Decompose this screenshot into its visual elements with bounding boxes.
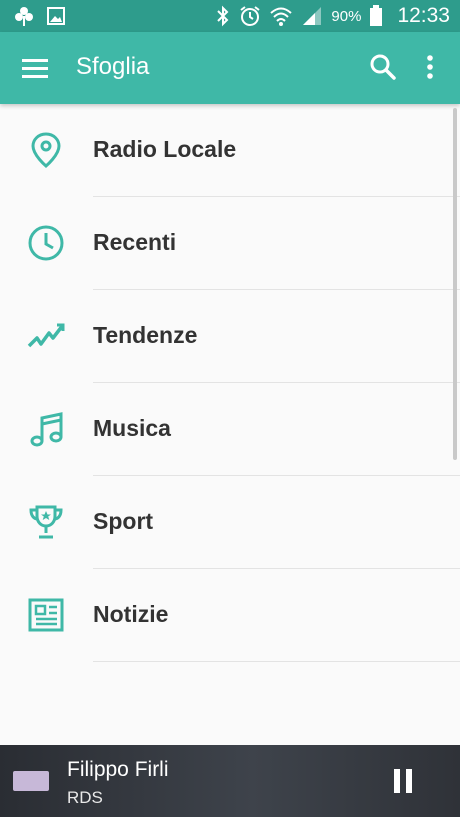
menu-item-notizie[interactable]: Notizie [0,569,460,662]
scrollbar[interactable] [453,108,457,460]
app-bar: Sfoglia [0,32,460,104]
menu-item-label: Musica [93,415,171,441]
newspaper-icon [28,598,64,632]
station-logo [13,771,49,791]
mini-player[interactable]: Filippo Firli RDS [0,745,460,817]
music-note-icon [30,412,63,447]
hamburger-menu-icon[interactable] [20,54,50,84]
alarm-icon [240,6,261,26]
menu-item-label: Sport [93,508,154,534]
page-title: Sfoglia [76,53,150,80]
menu-item-tendenze[interactable]: Tendenze [0,290,460,383]
menu-item-radio-locale[interactable]: Radio Locale [0,104,460,197]
battery-level: 90% [331,7,362,25]
clock: 12:33 [397,4,450,27]
menu-item-recenti[interactable]: Recenti [0,197,460,290]
browse-list: Radio Locale Recenti Tendenze Musica Spo… [0,104,460,662]
more-options-icon[interactable] [418,52,442,82]
status-bar: 90% 12:33 [0,0,460,32]
signal-icon [303,7,322,25]
station-name: RDS [67,788,103,807]
trending-icon [27,323,65,348]
pinwheel-icon [15,7,33,26]
pause-icon[interactable] [391,767,415,795]
divider [93,661,460,662]
clock-icon [28,225,64,261]
menu-item-label: Radio Locale [93,136,237,162]
search-icon[interactable] [368,52,398,82]
menu-item-sport[interactable]: Sport [0,476,460,569]
trophy-icon [29,505,63,539]
menu-item-label: Tendenze [93,322,198,348]
menu-item-label: Notizie [93,601,169,627]
bluetooth-icon [217,5,229,27]
menu-item-musica[interactable]: Musica [0,383,460,476]
location-pin-icon [31,132,61,168]
wifi-icon [270,7,293,26]
track-title: Filippo Firli [67,758,169,781]
battery-icon [370,5,383,26]
image-icon [47,7,65,25]
menu-item-label: Recenti [93,229,177,255]
